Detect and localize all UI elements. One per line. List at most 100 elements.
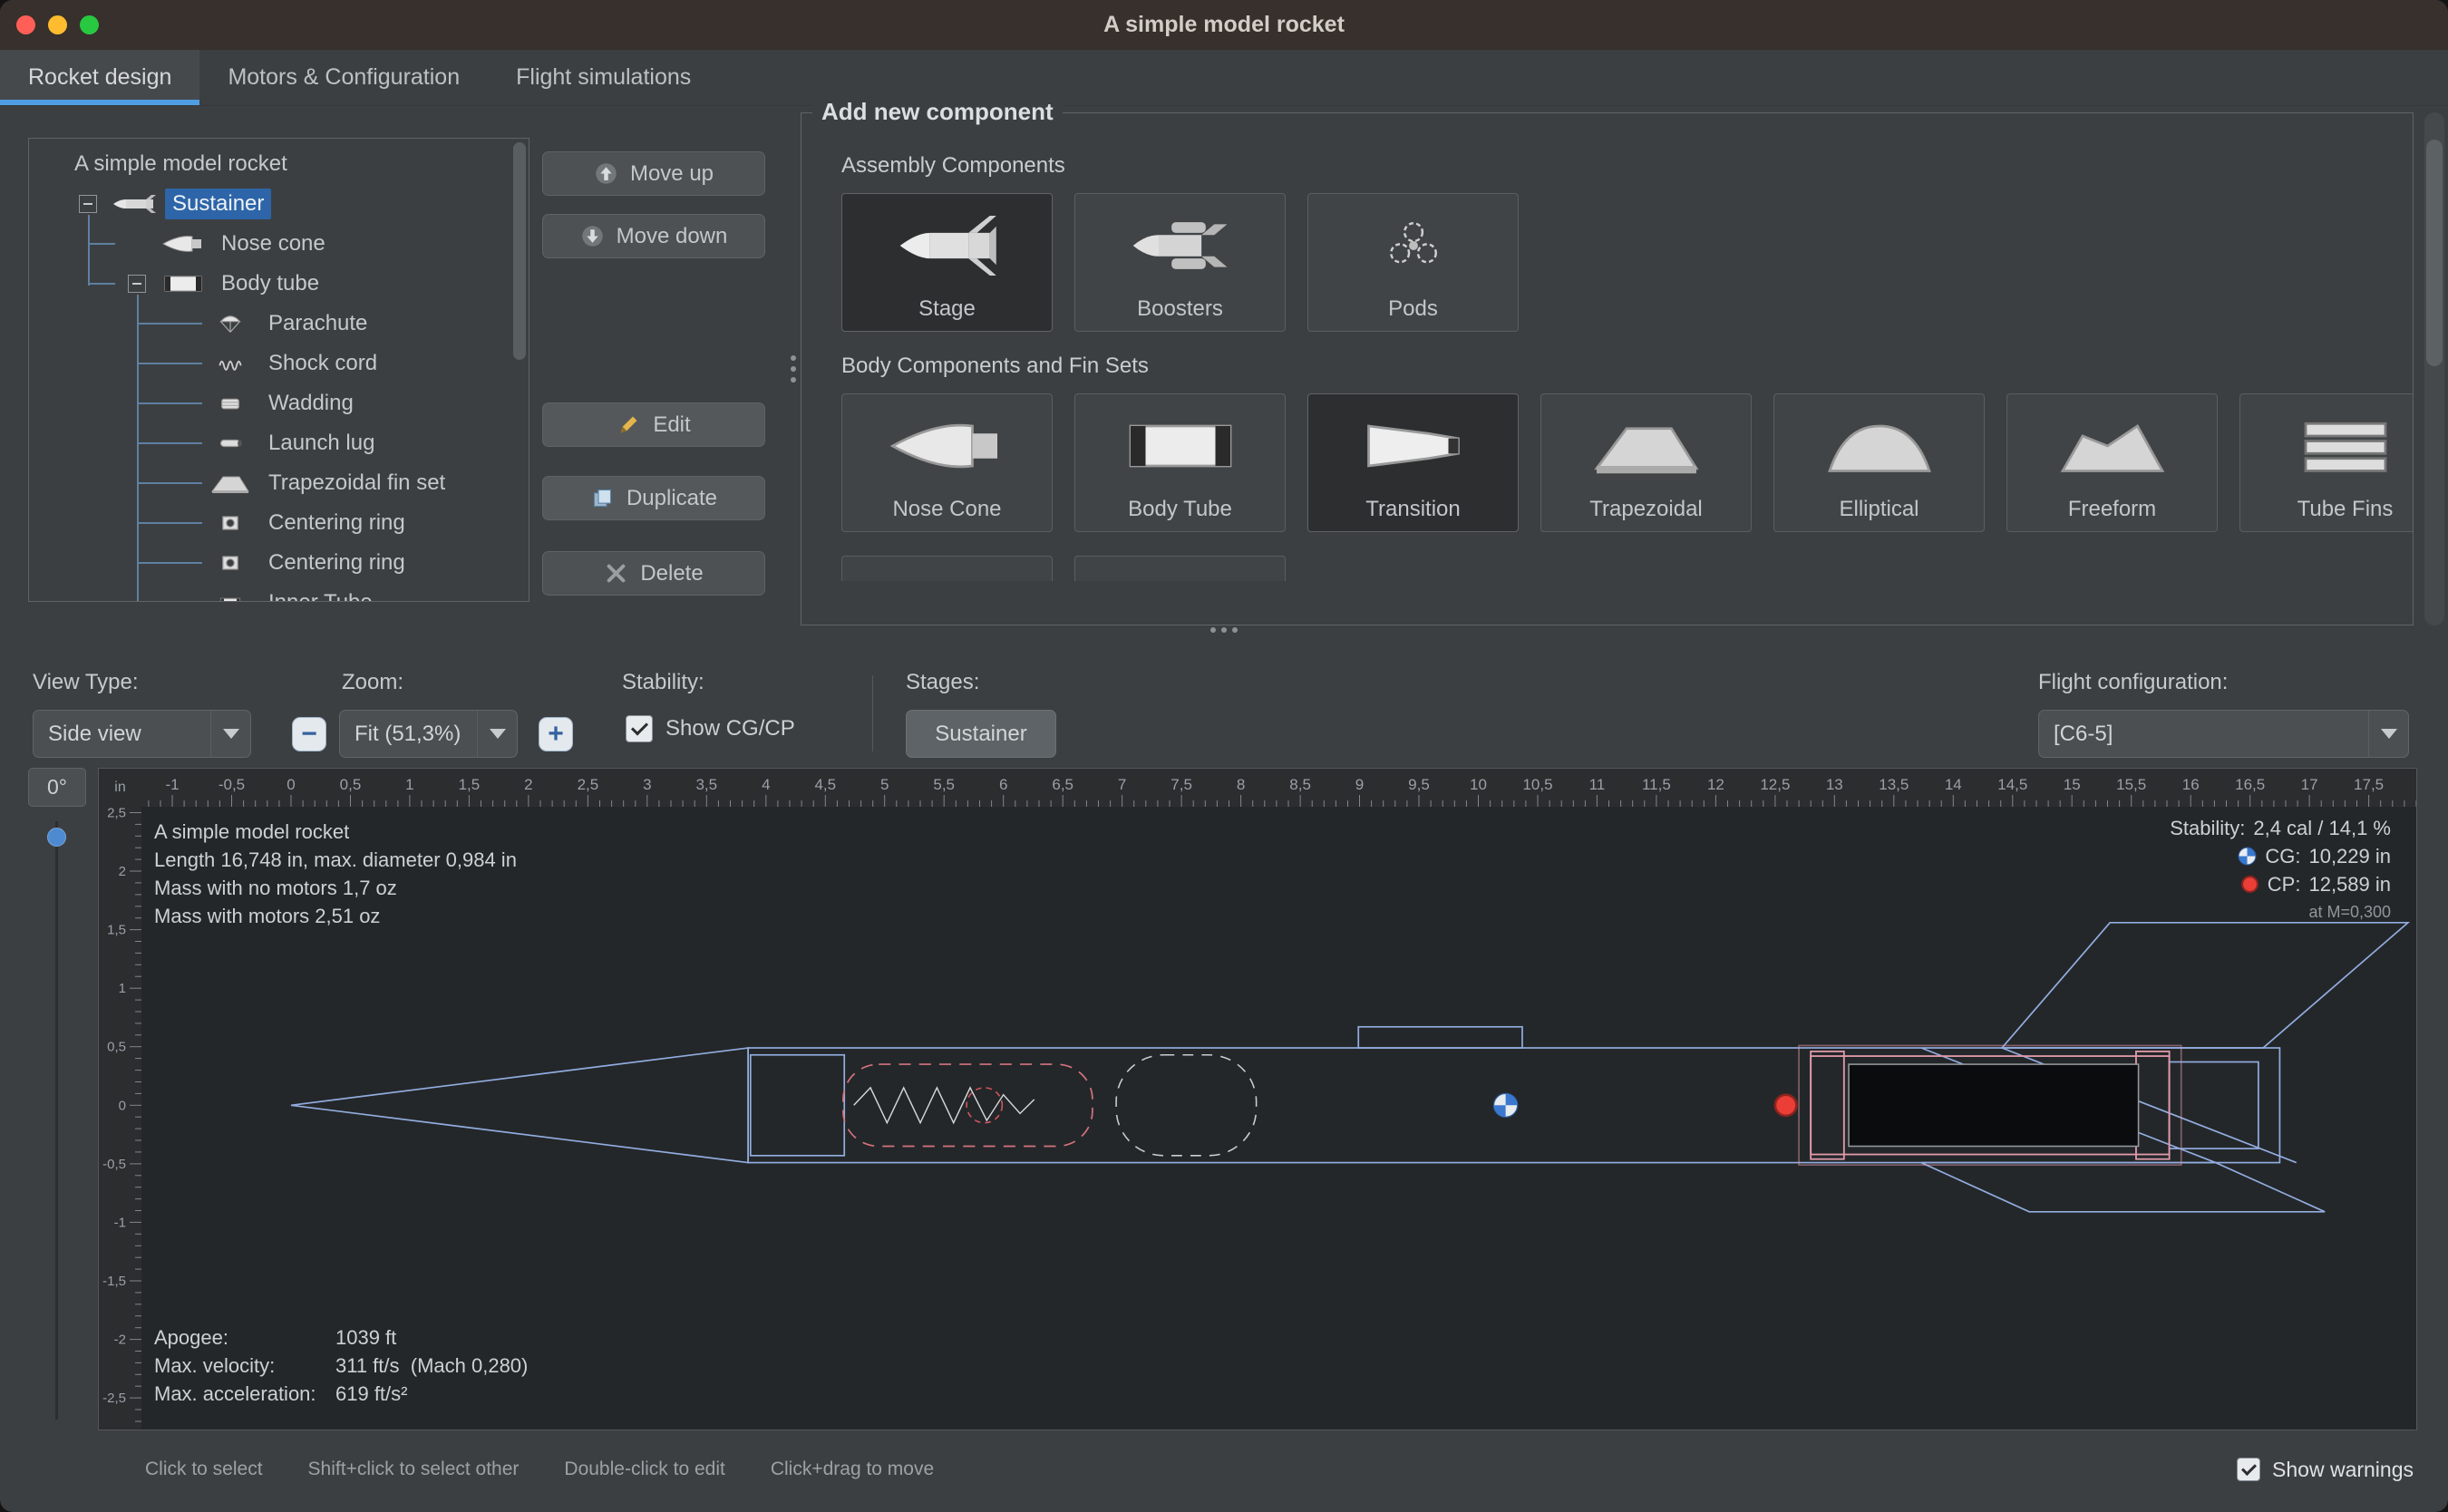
svg-text:-1,5: -1,5 xyxy=(102,1274,126,1289)
tree-item-shock-cord[interactable]: Shock cord xyxy=(29,344,529,383)
svg-text:8,5: 8,5 xyxy=(1289,776,1311,793)
button-label: Edit xyxy=(653,412,690,438)
flight-config-value: [C6-5] xyxy=(2054,722,2113,747)
tab-flight-simulations[interactable]: Flight simulations xyxy=(488,50,719,105)
tree-item-wadding[interactable]: Wadding xyxy=(29,383,529,423)
tree-connector xyxy=(137,482,202,484)
component-button-stage[interactable]: Stage xyxy=(841,193,1053,332)
zoom-out-button[interactable]: − xyxy=(292,717,326,751)
tree-item-parachute[interactable]: Parachute xyxy=(29,304,529,344)
tree-item-sustainer[interactable]: Sustainer xyxy=(29,184,529,224)
ruler-unit: in xyxy=(99,769,141,807)
duplicate-button[interactable]: Duplicate xyxy=(542,476,765,520)
zoom-select[interactable]: Fit (51,3%) xyxy=(339,710,518,758)
svg-text:16: 16 xyxy=(2182,776,2200,793)
tube-fins-icon xyxy=(2286,394,2405,497)
cg-icon xyxy=(2238,847,2257,866)
tree-item-label: Trapezoidal fin set xyxy=(261,468,452,499)
component-button-trapezoidal[interactable]: Trapezoidal xyxy=(1540,393,1752,532)
component-button-nose-cone[interactable]: Nose Cone xyxy=(841,393,1053,532)
slider-knob[interactable] xyxy=(47,828,66,847)
centering-ring-icon xyxy=(209,549,252,577)
hint-text: Click to select Shift+click to select ot… xyxy=(145,1459,934,1480)
scrollbar-thumb[interactable] xyxy=(2426,140,2443,366)
component-button-freeform[interactable]: Freeform xyxy=(2006,393,2218,532)
tree-connector xyxy=(88,243,115,245)
component-button-hidden[interactable] xyxy=(1074,556,1286,581)
component-button-transition[interactable]: Transition xyxy=(1307,393,1519,532)
show-cgcp-label: Show CG/CP xyxy=(665,716,795,741)
flight-config-select[interactable]: [C6-5] xyxy=(2038,710,2409,758)
button-label: Move down xyxy=(617,224,728,249)
component-button-elliptical[interactable]: Elliptical xyxy=(1773,393,1985,532)
component-button-pods[interactable]: Pods xyxy=(1307,193,1519,332)
svg-text:16,5: 16,5 xyxy=(2235,776,2265,793)
show-warnings-row: Show warnings xyxy=(2237,1458,2414,1482)
statusbar: Click to select Shift+click to select ot… xyxy=(0,1443,2448,1496)
app-window: A simple model rocket Rocket designMotor… xyxy=(0,0,2448,1512)
fullscreen-button[interactable] xyxy=(80,15,99,34)
tree-item-nose-cone[interactable]: Nose cone xyxy=(29,224,529,264)
move-down-button[interactable]: Move down xyxy=(542,214,765,258)
component-button-body-tube[interactable]: Body Tube xyxy=(1074,393,1286,532)
tree-scrollbar[interactable] xyxy=(513,142,526,597)
rotation-slider[interactable] xyxy=(40,816,73,1425)
tree-item-label: Sustainer xyxy=(165,189,271,219)
vertical-splitter-handle-icon[interactable] xyxy=(791,355,796,383)
close-button[interactable] xyxy=(16,15,35,34)
tree-connector xyxy=(88,283,115,285)
minimize-button[interactable] xyxy=(48,15,67,34)
collapse-box-icon[interactable] xyxy=(79,195,97,213)
stage-toggle-sustainer[interactable]: Sustainer xyxy=(906,710,1056,758)
tree-item-body-tube[interactable]: Body tube xyxy=(29,264,529,304)
tab-motors-configuration[interactable]: Motors & Configuration xyxy=(199,50,488,105)
rocket-icon xyxy=(112,190,156,218)
edit-button[interactable]: Edit xyxy=(542,402,765,447)
show-warnings-checkbox[interactable] xyxy=(2237,1458,2260,1481)
show-cgcp-checkbox[interactable] xyxy=(626,715,653,742)
titlebar: A simple model rocket xyxy=(0,0,2448,50)
tree-item-launch-lug[interactable]: Launch lug xyxy=(29,423,529,463)
rocket-drawing[interactable]: A simple model rocket Length 16,748 in, … xyxy=(141,807,2416,1430)
acceleration-label: Max. acceleration: xyxy=(154,1382,335,1406)
view-toolbar: View Type: Side view Zoom: − Fit (51,3%)… xyxy=(0,655,2448,766)
component-button-hidden[interactable] xyxy=(841,556,1053,581)
component-label: Body Tube xyxy=(1128,497,1232,522)
rotation-value: 0° xyxy=(47,775,67,800)
component-button-boosters[interactable]: Boosters xyxy=(1074,193,1286,332)
rocket-mass-motors: Mass with motors 2,51 oz xyxy=(154,902,517,930)
centering-ring-icon xyxy=(209,509,252,537)
svg-text:0,5: 0,5 xyxy=(107,1040,126,1055)
tree-item-centering-ring[interactable]: Centering ring xyxy=(29,503,529,543)
tree-item-label: A simple model rocket xyxy=(67,149,295,179)
svg-text:3,5: 3,5 xyxy=(695,776,717,793)
panel-scrollbar[interactable] xyxy=(2424,112,2444,625)
collapse-box-icon[interactable] xyxy=(128,275,146,293)
horizontal-ruler: -1-0,500,511,522,533,544,555,566,577,588… xyxy=(141,769,2416,807)
tree-item-inner-tube[interactable]: Inner Tube xyxy=(29,583,529,601)
tree-root-item[interactable]: A simple model rocket xyxy=(29,144,529,184)
scrollbar-thumb[interactable] xyxy=(513,142,526,360)
tree-item-trapezoidal-fin-set[interactable]: Trapezoidal fin set xyxy=(29,463,529,503)
tree-connector xyxy=(137,323,202,325)
view-type-select[interactable]: Side view xyxy=(33,710,251,758)
slider-track xyxy=(55,821,58,1420)
acceleration-value: 619 ft/s² xyxy=(335,1382,528,1406)
mach-note: at M=0,300 xyxy=(2308,903,2391,922)
component-button-tube-fins[interactable]: Tube Fins xyxy=(2239,393,2413,532)
zoom-in-button[interactable]: + xyxy=(539,717,573,751)
tree-item-centering-ring[interactable]: Centering ring xyxy=(29,543,529,583)
horizontal-splitter-handle-icon[interactable] xyxy=(1210,627,1238,633)
tree-connector xyxy=(137,295,139,601)
freeform-fin-icon xyxy=(2053,394,2172,497)
tree-item-label: Parachute xyxy=(261,308,374,339)
move-up-button[interactable]: Move up xyxy=(542,151,765,196)
svg-text:1: 1 xyxy=(119,981,126,996)
delete-button[interactable]: Delete xyxy=(542,551,765,596)
component-label: Freeform xyxy=(2068,497,2156,522)
tab-rocket-design[interactable]: Rocket design xyxy=(0,50,199,105)
stability-label: Stability: xyxy=(2170,817,2245,840)
zoom-value: Fit (51,3%) xyxy=(355,722,461,747)
svg-text:7: 7 xyxy=(1118,776,1126,793)
component-label: Transition xyxy=(1365,497,1460,522)
